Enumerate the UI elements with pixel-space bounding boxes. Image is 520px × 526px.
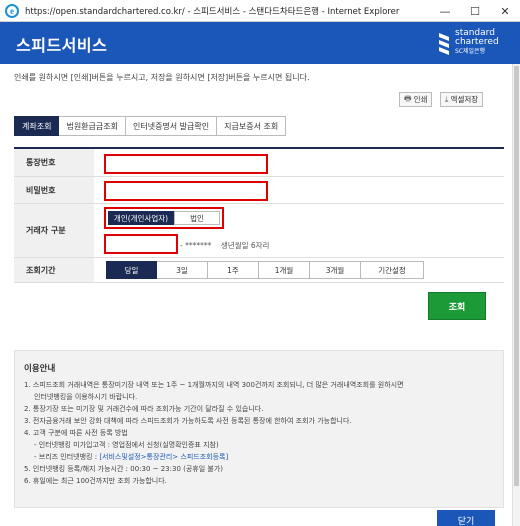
birthdate-hint: - ******* 생년월일 6자리	[180, 240, 269, 251]
printer-icon: 🖶	[404, 93, 412, 103]
birth-mask: - *******	[180, 241, 212, 250]
print-button[interactable]: 🖶 인쇄	[399, 92, 433, 107]
notice-item: 1. 스피드조회 거래내역은 통장미기장 내역 또는 1주 ~ 1개월까지의 내…	[24, 381, 404, 389]
notice-title: 이용안내	[24, 364, 56, 374]
birthdate-input[interactable]	[104, 234, 178, 254]
excel-label: 엑셀저장	[450, 95, 479, 104]
notice-item: 6. 휴일에는 최근 100건까지만 조회 가능합니다.	[24, 477, 167, 485]
tab-certificate-check[interactable]: 인터넷증명서 발급확인	[125, 116, 218, 136]
notice-item: - 브리즈 인터넷뱅킹 :	[34, 453, 100, 461]
tab-guarantee-inquiry[interactable]: 지급보증서 조회	[217, 116, 287, 136]
notice-item: 3. 전자금융거래 보안 강화 대책에 따라 스피드조회가 가능하도록 사전 등…	[24, 417, 352, 425]
birth-hint-text: 생년월일 6자리	[220, 241, 270, 250]
logo-text-3: SC제일은행	[455, 48, 486, 55]
account-label: 통장번호	[14, 149, 94, 176]
page-header: 스피드서비스 standard chartered SC제일은행	[0, 22, 520, 64]
sc-logo-icon	[439, 32, 449, 55]
customer-type-label: 거래자 구분	[14, 204, 94, 257]
scrollbar-thumb[interactable]	[514, 66, 519, 486]
window-controls: — ☐ ✕	[430, 0, 520, 22]
maximize-icon[interactable]: ☐	[460, 0, 490, 22]
notice-item: - 인터넷뱅킹 미가입고객 : 영업점에서 신청(실명확인증표 지참)	[34, 441, 219, 449]
download-icon: ⤓	[445, 94, 449, 104]
account-number-input[interactable]	[104, 154, 268, 174]
notice-item: 4. 고객 구분에 따른 사전 등록 방법	[24, 429, 128, 437]
password-input[interactable]	[104, 181, 268, 201]
period-3-days[interactable]: 3일	[157, 261, 208, 279]
tab-bar: 계좌조회 법원환급금조회 인터넷증명서 발급확인 지급보증서 조회	[14, 116, 287, 136]
notice-item-link-row: - 브리즈 인터넷뱅킹 : [서비스및설정>통장관리> 스피드조회등록]	[24, 451, 494, 463]
password-label: 비밀번호	[14, 177, 94, 203]
period-label: 조회기간	[14, 258, 94, 282]
notice-item: 2. 통장기장 또는 미기장 및 거래건수에 따라 조회가능 기간이 달라질 수…	[24, 405, 264, 413]
intro-text: 인쇄를 원하시면 [인쇄]버튼을 누르시고, 저장을 원하시면 [저장]버튼을 …	[14, 73, 310, 82]
period-1-month[interactable]: 1개월	[259, 261, 310, 279]
close-icon[interactable]: ✕	[490, 0, 520, 22]
excel-save-button[interactable]: ⤓ 엑셀저장	[440, 92, 484, 107]
customer-type-toggle: 개인(개인사업자) 법인	[104, 207, 224, 229]
period-custom[interactable]: 기간설정	[361, 261, 424, 279]
print-label: 인쇄	[413, 95, 428, 104]
customer-type-individual[interactable]: 개인(개인사업자)	[108, 211, 174, 225]
notice-item: 5. 인터넷뱅킹 등록/해지 가능시간 : 00:30 ~ 23:30 (공휴일…	[24, 465, 224, 473]
window-title: https://open.standardchartered.co.kr/ - …	[25, 6, 400, 17]
tab-account-inquiry[interactable]: 계좌조회	[14, 116, 60, 136]
close-button[interactable]: 닫기	[437, 510, 495, 526]
speed-register-link[interactable]: [서비스및설정>통장관리> 스피드조회등록]	[99, 453, 228, 461]
window-titlebar: e https://open.standardchartered.co.kr/ …	[0, 0, 520, 22]
notice-item: 인터넷뱅킹을 이용하시기 바랍니다.	[34, 393, 138, 401]
page-title: 스피드서비스	[16, 36, 108, 55]
standard-chartered-logo: standard chartered SC제일은행	[436, 29, 499, 56]
search-button[interactable]: 조회	[428, 292, 486, 320]
period-today[interactable]: 당일	[106, 261, 157, 279]
vertical-scrollbar[interactable]	[512, 64, 520, 526]
period-selector: 당일 3일 1주 1개월 3개월 기간설정	[106, 261, 424, 279]
minimize-icon[interactable]: —	[430, 0, 460, 22]
logo-text-2: chartered	[455, 37, 499, 47]
usage-notice: 이용안내 1. 스피드조회 거래내역은 통장미기장 내역 또는 1주 ~ 1개월…	[14, 350, 504, 508]
customer-type-corporate[interactable]: 법인	[174, 211, 220, 225]
ie-icon: e	[5, 3, 19, 18]
period-3-months[interactable]: 3개월	[310, 261, 361, 279]
tab-court-refund[interactable]: 법원환급금조회	[59, 116, 126, 136]
period-1-week[interactable]: 1주	[208, 261, 259, 279]
